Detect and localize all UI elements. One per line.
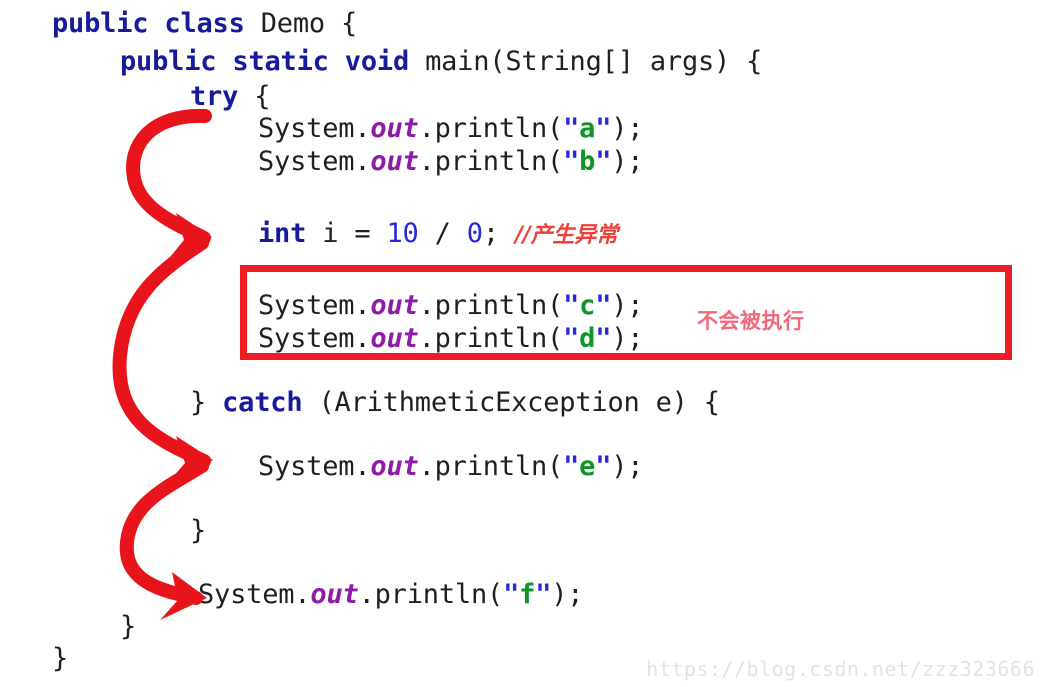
code-line: try { (190, 81, 270, 113)
code-token-kw: public static void (120, 46, 426, 77)
code-token-plain: (ArithmeticException e) { (302, 387, 720, 418)
code-line: int i = 10 / 0; //产生异常 (258, 218, 618, 252)
code-token-field: out (370, 323, 419, 354)
code-token-plain: Demo { (260, 8, 358, 39)
code-line: System.out.println("d"); (258, 323, 644, 355)
code-token-field: out (310, 579, 359, 610)
code-token-plain: ); (611, 146, 644, 177)
code-token-str-q: " (563, 451, 580, 482)
code-line: } (190, 515, 206, 547)
code-line: System.out.println("e"); (258, 451, 644, 483)
code-token-plain: ); (551, 579, 584, 610)
code-token-str-q: " (563, 146, 580, 177)
code-token-str-q: " (535, 579, 552, 610)
code-token-plain: .println( (418, 323, 564, 354)
code-token-field: out (370, 146, 419, 177)
code-token-plain: ); (611, 451, 644, 482)
code-token-str-q: " (595, 146, 612, 177)
code-token-plain: } (120, 611, 137, 642)
code-token-plain: System. (258, 146, 371, 177)
code-token-plain: .println( (358, 579, 504, 610)
code-token-str-q: " (595, 323, 612, 354)
code-token-str-v: d (579, 323, 596, 354)
code-token-plain: ); (611, 323, 644, 354)
code-token-kw: try (190, 81, 239, 112)
code-token-str-v: f (519, 579, 536, 610)
code-token-field: out (370, 451, 419, 482)
code-token-plain: ; (482, 218, 515, 249)
code-token-plain: ); (611, 113, 644, 144)
code-token-kw: public class (52, 8, 261, 39)
code-token-kw: catch (222, 387, 303, 418)
code-line: public class Demo { (52, 8, 357, 40)
blog-watermark: https://blog.csdn.net/zzz323666 (646, 657, 1035, 681)
code-token-str-v: a (579, 113, 596, 144)
code-token-plain: } (190, 387, 223, 418)
code-token-str-q: " (563, 290, 580, 321)
code-token-plain: } (190, 515, 207, 546)
code-line: } (120, 611, 136, 643)
code-token-plain: System. (258, 323, 371, 354)
code-line: } (52, 643, 68, 675)
code-token-str-v: c (579, 290, 596, 321)
code-token-plain: System. (198, 579, 311, 610)
code-line: } catch (ArithmeticException e) { (190, 387, 720, 419)
java-code-block: public class Demo { public static void ma… (0, 0, 1045, 687)
code-token-plain: main(String[] args) { (425, 46, 763, 77)
code-token-plain: .println( (418, 146, 564, 177)
code-token-plain: / (418, 218, 467, 249)
unreachable-note-label: 不会被执行 (697, 309, 805, 333)
code-token-str-q: " (563, 113, 580, 144)
code-token-str-v: b (579, 146, 596, 177)
code-line: public static void main(String[] args) { (120, 46, 762, 78)
code-token-str-q: " (595, 451, 612, 482)
code-token-plain: ); (611, 290, 644, 321)
code-token-plain: System. (258, 451, 371, 482)
code-screenshot-canvas: public class Demo { public static void ma… (0, 0, 1045, 687)
code-token-kw: int (258, 218, 307, 249)
code-token-num: 0 (466, 218, 483, 249)
code-token-str-q: " (503, 579, 520, 610)
code-token-str-q: " (563, 323, 580, 354)
code-line: System.out.println("f"); (198, 579, 584, 611)
code-token-plain: { (238, 81, 271, 112)
code-token-str-v: e (579, 451, 596, 482)
code-token-plain: .println( (418, 113, 564, 144)
code-token-str-q: " (595, 290, 612, 321)
code-line: System.out.println("a"); (258, 113, 644, 145)
code-token-field: out (370, 290, 419, 321)
code-token-plain: i = (306, 218, 387, 249)
code-token-plain: System. (258, 290, 371, 321)
code-token-plain: .println( (418, 290, 564, 321)
code-line: System.out.println("b"); (258, 146, 644, 178)
code-token-plain: System. (258, 113, 371, 144)
code-token-plain: } (52, 643, 69, 674)
code-token-num: 10 (386, 218, 419, 249)
code-token-field: out (370, 113, 419, 144)
code-token-plain: .println( (418, 451, 564, 482)
code-line: System.out.println("c"); (258, 290, 644, 322)
code-token-str-q: " (595, 113, 612, 144)
code-token-comment: //产生异常 (514, 223, 618, 248)
